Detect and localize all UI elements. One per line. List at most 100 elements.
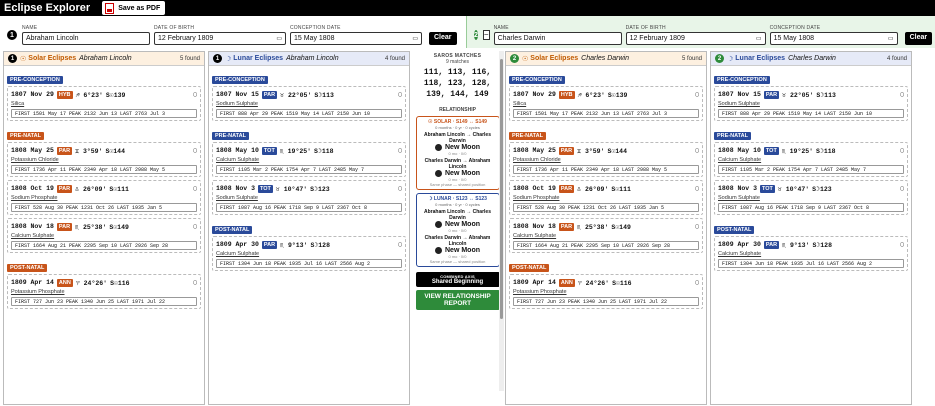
name-input[interactable]: Abraham Lincoln: [22, 32, 150, 45]
eclipse-card[interactable]: 1808 May 25 PAR ♊ 3°59' S☉144 ▢ Potassium Chl…: [7, 142, 201, 177]
eclipse-icon[interactable]: ▢: [193, 223, 197, 230]
calendar-icon: ▭: [755, 36, 762, 42]
eclipse-icon[interactable]: ▢: [695, 91, 699, 98]
name-field: NAME Charles Darwin: [493, 25, 622, 45]
eclipse-date: 1808 Nov 18: [11, 223, 54, 230]
eclipse-icon[interactable]: ▢: [900, 91, 904, 98]
eclipse-card[interactable]: 1809 Apr 14 ANN ♈ 24°26' S☉116 ▢ Potassium Ph…: [7, 274, 201, 309]
cell-salt-link[interactable]: Potassium Chloride: [11, 157, 197, 163]
eclipse-card[interactable]: 1809 Apr 14 ANN ♈ 24°26' S☉116 ▢ Potassium Ph…: [509, 274, 703, 309]
eclipse-card[interactable]: 1807 Nov 29 HYB ♐ 6°23' S☉139 ▢ Silica FIRST 1…: [7, 86, 201, 121]
conception-input[interactable]: 15 May 1808 ▭: [769, 32, 898, 45]
new-moon-icon: [435, 144, 442, 151]
eclipse-card[interactable]: 1809 Apr 30 PAR ♏ 9°13' S☽128 ▢ Calcium Sulph…: [212, 236, 406, 271]
solar-relationship-box: ☉ SOLAR · S149 ↔ S149 0 months · 0 yr · …: [415, 116, 500, 190]
save-pdf-button[interactable]: Save as PDF: [102, 1, 166, 15]
eclipse-type-badge: ANN: [558, 278, 575, 287]
cell-salt-link[interactable]: Sodium Phosphate: [513, 195, 699, 201]
eclipse-icon[interactable]: ▢: [900, 185, 904, 192]
eclipse-icon[interactable]: ▢: [398, 185, 402, 192]
saros-cycle: FIRST 528 Aug 30 PEAK 1231 Oct 26 LAST 1…: [11, 203, 197, 212]
zodiac-position: ♉ 22°05': [280, 91, 312, 99]
eclipse-card[interactable]: 1808 May 10 TOT ♏ 19°25' S☽118 ▢ Calcium Sulp…: [212, 142, 406, 177]
cell-salt-link[interactable]: Calcium Sulphate: [718, 251, 904, 257]
eclipse-card[interactable]: 1808 Nov 18 PAR ♏ 25°38' S☉149 ▢ Calcium Sulp…: [509, 218, 703, 253]
eclipse-card[interactable]: 1808 May 25 PAR ♊ 3°59' S☉144 ▢ Potassium Chl…: [509, 142, 703, 177]
eclipse-card[interactable]: 1808 Nov 3 TOT ♉ 10°47' S☽123 ▢ Sodium Sulpha…: [212, 180, 406, 215]
eclipse-card[interactable]: 1808 Nov 3 TOT ♉ 10°47' S☽123 ▢ Sodium Sulpha…: [714, 180, 908, 215]
eclipse-date: 1809 Apr 14: [11, 279, 54, 286]
cell-salt-link[interactable]: Calcium Sulphate: [11, 233, 197, 239]
eclipse-icon[interactable]: ▢: [695, 279, 699, 286]
cell-salt-link[interactable]: Silica: [11, 101, 197, 107]
eclipse-icon[interactable]: ▢: [398, 91, 402, 98]
moon-icon: ☽: [225, 55, 232, 63]
eclipse-card[interactable]: 1807 Nov 15 PAR ♉ 22°05' S☽113 ▢ Sodium Sulph…: [212, 86, 406, 121]
cell-salt-link[interactable]: Sodium Sulphate: [718, 195, 904, 201]
column-header: 1 ☉ Solar Eclipses Abraham Lincoln 5 found: [4, 52, 204, 66]
cell-salt-link[interactable]: Calcium Sulphate: [718, 157, 904, 163]
eclipse-card[interactable]: 1808 Nov 18 PAR ♏ 25°38' S☉149 ▢ Calcium Sulp…: [7, 218, 201, 253]
eclipse-icon[interactable]: ▢: [398, 241, 402, 248]
eclipse-type-badge: TOT: [760, 184, 775, 193]
dob-input[interactable]: 12 February 1809 ▭: [625, 32, 766, 45]
saros-cycle: FIRST 727 Jun 23 PEAK 1340 Jun 25 LAST 1…: [513, 297, 699, 306]
cell-salt-link[interactable]: Calcium Sulphate: [216, 251, 402, 257]
eclipse-date: 1808 Nov 3: [718, 185, 758, 192]
calendar-icon: ▭: [276, 36, 282, 42]
eclipse-icon[interactable]: ▢: [695, 185, 699, 192]
eclipse-card[interactable]: 1808 May 10 TOT ♏ 19°25' S☽118 ▢ Calcium Sulp…: [714, 142, 908, 177]
eclipse-icon[interactable]: ▢: [193, 185, 197, 192]
eclipse-icon[interactable]: ▢: [398, 147, 402, 154]
eclipse-icon[interactable]: ▢: [695, 147, 699, 154]
eclipse-icon[interactable]: ▢: [695, 223, 699, 230]
cell-salt-link[interactable]: Sodium Sulphate: [718, 101, 904, 107]
clear-button[interactable]: Clear: [429, 32, 457, 45]
saros-cycle: FIRST 1736 Apr 11 PEAK 2349 Apr 18 LAST …: [513, 165, 699, 174]
eclipse-date: 1808 May 10: [718, 147, 761, 154]
dob-input[interactable]: 12 February 1809 ▭: [154, 32, 286, 45]
remove-person-button[interactable]: −: [482, 30, 490, 40]
cell-salt-link[interactable]: Sodium Sulphate: [216, 195, 402, 201]
eclipse-card[interactable]: 1807 Nov 15 PAR ♉ 22°05' S☽113 ▢ Sodium Sulph…: [714, 86, 908, 121]
relationship-heading: RELATIONSHIP: [439, 107, 476, 113]
clear-button[interactable]: Clear: [904, 32, 933, 45]
eclipse-date: 1808 May 10: [216, 147, 259, 154]
cell-salt-link[interactable]: Sodium Phosphate: [11, 195, 197, 201]
cell-salt-link[interactable]: Potassium Phosphate: [11, 289, 197, 295]
saros-cycle: FIRST 1501 May 17 PEAK 2132 Jun 13 LAST …: [513, 109, 699, 118]
name-field: NAME Abraham Lincoln: [22, 25, 150, 45]
name-input[interactable]: Charles Darwin: [493, 32, 622, 45]
eclipse-card[interactable]: 1808 Oct 19 PAR ♎ 26°09' S☉111 ▢ Sodium Phosp…: [7, 180, 201, 215]
section-label: PRE-CONCEPTION: [7, 76, 63, 84]
saros-number: S☉149: [109, 223, 129, 231]
eclipse-date: 1807 Nov 15: [718, 91, 761, 98]
eclipse-card[interactable]: 1807 Nov 29 HYB ♐ 6°23' S☉139 ▢ Silica FIRST 1…: [509, 86, 703, 121]
section-label: PRE-NATAL: [212, 132, 249, 140]
eclipse-icon[interactable]: ▢: [193, 147, 197, 154]
saros-number: S☉144: [607, 147, 627, 155]
found-count: 4 found: [384, 55, 405, 62]
eclipse-icon[interactable]: ▢: [193, 91, 197, 98]
cell-salt-link[interactable]: Calcium Sulphate: [216, 157, 402, 163]
view-relationship-report-button[interactable]: VIEW RELATIONSHIP REPORT: [415, 290, 500, 310]
cell-salt-link[interactable]: Sodium Sulphate: [216, 101, 402, 107]
eclipse-icon[interactable]: ▢: [900, 147, 904, 154]
eclipse-line: 1808 Oct 19 PAR ♎ 26°09' S☉111 ▢: [11, 183, 197, 194]
eclipse-card[interactable]: 1809 Apr 30 PAR ♏ 9°13' S☽128 ▢ Calcium Sulph…: [714, 236, 908, 271]
eclipse-icon[interactable]: ▢: [900, 241, 904, 248]
cell-salt-link[interactable]: Silica: [513, 101, 699, 107]
scrollbar[interactable]: [499, 51, 504, 391]
cell-salt-link[interactable]: Potassium Chloride: [513, 157, 699, 163]
cell-salt-link[interactable]: Potassium Phosphate: [513, 289, 699, 295]
eclipse-card[interactable]: 1808 Oct 19 PAR ♎ 26°09' S☉111 ▢ Sodium Phosp…: [509, 180, 703, 215]
eclipse-type-badge: PAR: [261, 240, 278, 249]
eclipse-type-badge: PAR: [558, 222, 575, 231]
conception-field: CONCEPTION DATE 15 May 1808 ▭: [769, 25, 898, 45]
top-bar: Eclipse Explorer Save as PDF: [0, 0, 935, 16]
column-header: 1 ☽ Lunar Eclipses Abraham Lincoln 4 found: [209, 52, 409, 66]
conception-input[interactable]: 15 May 1808 ▭: [290, 32, 422, 45]
cell-salt-link[interactable]: Calcium Sulphate: [513, 233, 699, 239]
zodiac-position: ♈ 24°26': [75, 279, 108, 287]
eclipse-icon[interactable]: ▢: [193, 279, 197, 286]
